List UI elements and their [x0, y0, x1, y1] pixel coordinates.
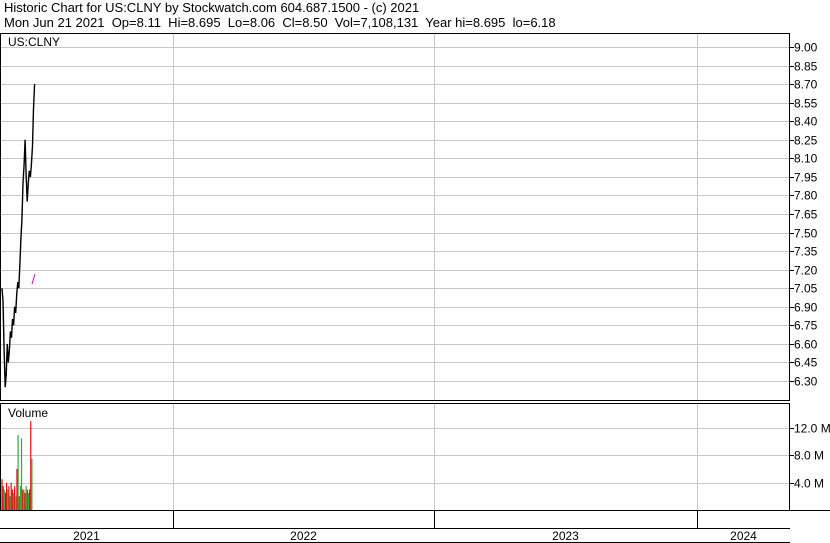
price-tick-label: 6.45 [794, 356, 818, 370]
price-panel-frame [0, 33, 790, 401]
year-tick-label: 2021 [73, 529, 100, 543]
volume-panel-title: Volume [8, 406, 48, 420]
volume-panel-frame [0, 403, 790, 511]
price-tick-label: 9.00 [794, 41, 818, 55]
volume-tick-labels: 12.0 M 8.0 M 4.0 M [794, 422, 830, 491]
event-marker [31, 273, 36, 285]
volume-tick-label: 8.0 M [794, 449, 824, 463]
volume-tick-label: 4.0 M [794, 477, 824, 491]
price-tick-label: 8.85 [794, 60, 818, 74]
price-tick-label: 6.90 [794, 301, 818, 315]
price-tick-label: 7.80 [794, 189, 818, 203]
price-tick-label: 7.20 [794, 264, 818, 278]
price-grid [1, 47, 794, 382]
price-tick-label: 6.75 [794, 319, 818, 333]
year-gridlines [173, 34, 698, 529]
price-line [1, 84, 36, 388]
price-panel-title: US:CLNY [8, 35, 60, 49]
stock-chart: 9.00 8.85 8.70 8.55 8.40 8.25 8.10 7.95 7.80 7.65… [0, 33, 830, 543]
volume-tick-label: 12.0 M [794, 422, 830, 436]
price-tick-label: 7.05 [794, 282, 818, 296]
year-tick-label: 2024 [730, 529, 757, 543]
volume-bars [1, 421, 33, 510]
price-tick-label: 8.70 [794, 78, 818, 92]
price-tick-label: 8.40 [794, 115, 818, 129]
price-tick-label: 8.55 [794, 97, 818, 111]
price-tick-label: 7.95 [794, 171, 818, 185]
price-tick-label: 6.30 [794, 375, 818, 389]
year-tick-label: 2023 [552, 529, 579, 543]
price-series [1, 84, 36, 388]
price-tick-label: 7.50 [794, 227, 818, 241]
year-tick-labels: 2021 2022 2023 2024 [73, 529, 757, 543]
volume-grid [1, 428, 794, 484]
price-tick-label: 7.65 [794, 208, 818, 222]
year-tick-label: 2022 [290, 529, 317, 543]
price-tick-label: 7.35 [794, 245, 818, 259]
price-tick-label: 8.10 [794, 152, 818, 166]
price-tick-label: 8.25 [794, 134, 818, 148]
price-tick-label: 6.60 [794, 338, 818, 352]
price-tick-labels: 9.00 8.85 8.70 8.55 8.40 8.25 8.10 7.95 7.80 7.65… [794, 41, 818, 389]
